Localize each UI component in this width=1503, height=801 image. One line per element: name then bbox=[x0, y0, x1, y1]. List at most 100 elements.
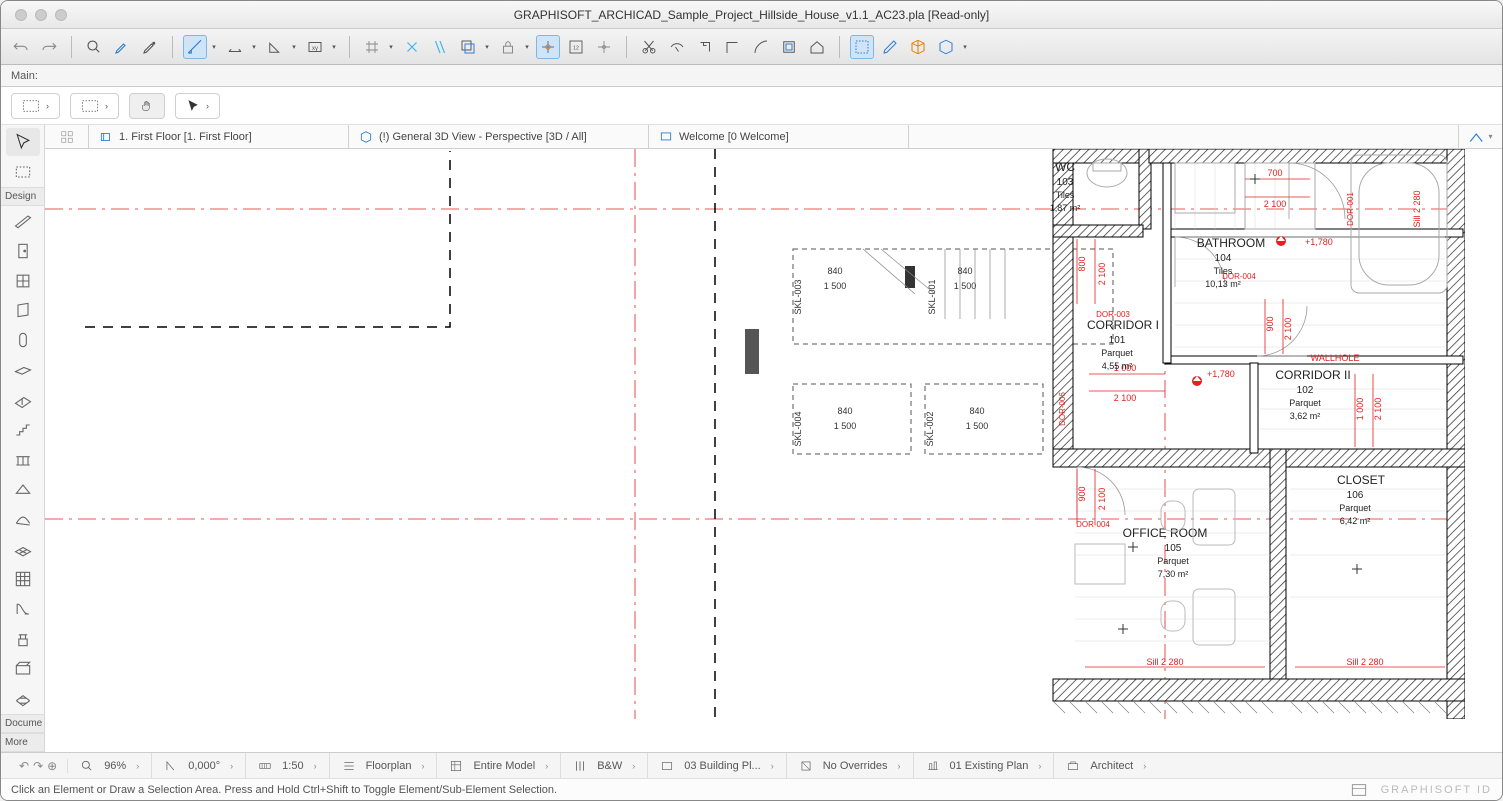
chevron-icon[interactable]: ▾ bbox=[386, 43, 396, 51]
redo-button[interactable] bbox=[37, 35, 61, 59]
svg-text:Tiles: Tiles bbox=[1214, 266, 1233, 276]
tab-grid-icon[interactable] bbox=[45, 125, 89, 148]
main-area: Design Docume More bbox=[1, 125, 1502, 752]
cwgrid-tool[interactable] bbox=[6, 565, 40, 593]
main-toolbar: ▾ ▾ ▾ xy ▾ ▾ ▾ ▾ 12 ▾ bbox=[1, 29, 1502, 65]
inject-button[interactable] bbox=[138, 35, 162, 59]
marquee-icon[interactable] bbox=[850, 35, 874, 59]
marquee-mode-btn[interactable]: › bbox=[11, 93, 60, 119]
arrow-mode-btn[interactable]: › bbox=[175, 93, 220, 119]
model-value: Entire Model bbox=[473, 760, 535, 772]
arrow-tool[interactable] bbox=[6, 128, 40, 156]
svg-text:Parquet: Parquet bbox=[1289, 398, 1321, 408]
marquee-tool[interactable] bbox=[6, 158, 40, 186]
grid-icon[interactable] bbox=[360, 35, 384, 59]
model-control[interactable]: Entire Model› bbox=[437, 753, 561, 778]
chevron-icon[interactable]: ▾ bbox=[522, 43, 532, 51]
measure-icon[interactable] bbox=[223, 35, 247, 59]
penset-control[interactable]: B&W› bbox=[561, 753, 648, 778]
ruler-button[interactable] bbox=[183, 35, 207, 59]
chevron-icon[interactable]: ▾ bbox=[482, 43, 492, 51]
maximize-icon[interactable] bbox=[55, 9, 67, 21]
mesh-tool[interactable] bbox=[6, 536, 40, 564]
cube2-icon[interactable] bbox=[934, 35, 958, 59]
fillet-icon[interactable] bbox=[749, 35, 773, 59]
grid-num-icon[interactable]: 12 bbox=[564, 35, 588, 59]
viewtype-control[interactable]: Floorplan› bbox=[330, 753, 438, 778]
svg-text:2 100: 2 100 bbox=[1097, 488, 1107, 511]
svg-text:840: 840 bbox=[957, 266, 972, 276]
chevron-icon[interactable]: ▾ bbox=[329, 43, 339, 51]
override-control[interactable]: No Overrides› bbox=[787, 753, 914, 778]
traffic-lights bbox=[1, 9, 67, 21]
close-icon[interactable] bbox=[15, 9, 27, 21]
svg-text:Parquet: Parquet bbox=[1101, 348, 1133, 358]
layer-icon[interactable] bbox=[456, 35, 480, 59]
floorplan-canvas[interactable]: SKL-003 840 1 500 SKL-001 840 1 500 SKL-… bbox=[45, 149, 1502, 752]
hintbar: Click an Element or Draw a Selection Are… bbox=[1, 778, 1502, 800]
intersect-icon[interactable] bbox=[721, 35, 745, 59]
zone-tool[interactable] bbox=[6, 655, 40, 683]
scale-control[interactable]: 1:50› bbox=[246, 753, 329, 778]
wall-tool[interactable] bbox=[6, 207, 40, 235]
chevron-icon[interactable]: ▾ bbox=[960, 43, 970, 51]
column-tool[interactable] bbox=[6, 296, 40, 324]
cube-icon[interactable] bbox=[906, 35, 930, 59]
railing-tool[interactable] bbox=[6, 446, 40, 474]
snap-icon[interactable] bbox=[400, 35, 424, 59]
angle-icon[interactable] bbox=[263, 35, 287, 59]
selection-mode-btn[interactable]: › bbox=[70, 93, 119, 119]
chevron-icon[interactable]: ▾ bbox=[249, 43, 259, 51]
svg-text:1 500: 1 500 bbox=[966, 421, 989, 431]
workplan-control[interactable]: 01 Existing Plan› bbox=[914, 753, 1055, 778]
tab-overflow-icon[interactable]: ▾ bbox=[1458, 125, 1502, 148]
layout-icon[interactable] bbox=[1351, 783, 1367, 797]
buildplan-control[interactable]: 03 Building Pl...› bbox=[648, 753, 786, 778]
zoom-control[interactable]: 96%› bbox=[68, 753, 152, 778]
slab-tool[interactable] bbox=[6, 356, 40, 384]
morph-tool[interactable] bbox=[6, 595, 40, 623]
lock-icon[interactable] bbox=[496, 35, 520, 59]
chevron-icon[interactable]: ▾ bbox=[209, 43, 219, 51]
curtain-tool[interactable] bbox=[6, 506, 40, 534]
hand-tool-btn[interactable] bbox=[129, 93, 165, 119]
roof-tool[interactable] bbox=[6, 386, 40, 414]
chevron-icon[interactable]: ▾ bbox=[289, 43, 299, 51]
beam-tool[interactable] bbox=[6, 326, 40, 354]
nav-fwd-icon[interactable]: ↷ bbox=[33, 759, 43, 773]
eyedropper-button[interactable] bbox=[110, 35, 134, 59]
skylight-tool[interactable] bbox=[6, 685, 40, 713]
frame-icon[interactable] bbox=[777, 35, 801, 59]
undo-button[interactable] bbox=[9, 35, 33, 59]
adjust-icon[interactable] bbox=[693, 35, 717, 59]
window-tool[interactable] bbox=[6, 267, 40, 295]
door-tool[interactable] bbox=[6, 237, 40, 265]
tab-first-floor[interactable]: 1. First Floor [1. First Floor] bbox=[89, 125, 349, 148]
tab-3d-view[interactable]: (!) General 3D View - Perspective [3D / … bbox=[349, 125, 649, 148]
shell-tool[interactable] bbox=[6, 476, 40, 504]
svg-text:SKL-004: SKL-004 bbox=[793, 411, 803, 446]
cut-icon[interactable] bbox=[637, 35, 661, 59]
nav-back-icon[interactable]: ↶ bbox=[19, 759, 29, 773]
minimize-icon[interactable] bbox=[35, 9, 47, 21]
trim-icon[interactable] bbox=[665, 35, 689, 59]
secondary-toolbar: › › › bbox=[1, 87, 1502, 125]
edit-mode-icon[interactable] bbox=[878, 35, 902, 59]
svg-text:840: 840 bbox=[837, 406, 852, 416]
stair-tool[interactable] bbox=[6, 416, 40, 444]
angle-control[interactable]: 0,000°› bbox=[152, 753, 246, 778]
svg-text:1,87 m²: 1,87 m² bbox=[1050, 203, 1081, 213]
svg-text:OFFICE ROOM: OFFICE ROOM bbox=[1123, 526, 1208, 540]
origin-icon[interactable] bbox=[592, 35, 616, 59]
view-tab-strip: 1. First Floor [1. First Floor] (!) Gene… bbox=[45, 125, 1502, 149]
object-tool[interactable] bbox=[6, 625, 40, 653]
pick-button[interactable] bbox=[82, 35, 106, 59]
home-icon[interactable] bbox=[805, 35, 829, 59]
svg-text:xy: xy bbox=[312, 46, 318, 52]
parallel-icon[interactable] bbox=[428, 35, 452, 59]
coord-icon[interactable]: xy bbox=[303, 35, 327, 59]
role-control[interactable]: Architect› bbox=[1054, 753, 1158, 778]
tab-welcome[interactable]: Welcome [0 Welcome] bbox=[649, 125, 909, 148]
zoom-fit-icon[interactable]: ⊕ bbox=[47, 759, 57, 773]
snap-guides-icon[interactable] bbox=[536, 35, 560, 59]
